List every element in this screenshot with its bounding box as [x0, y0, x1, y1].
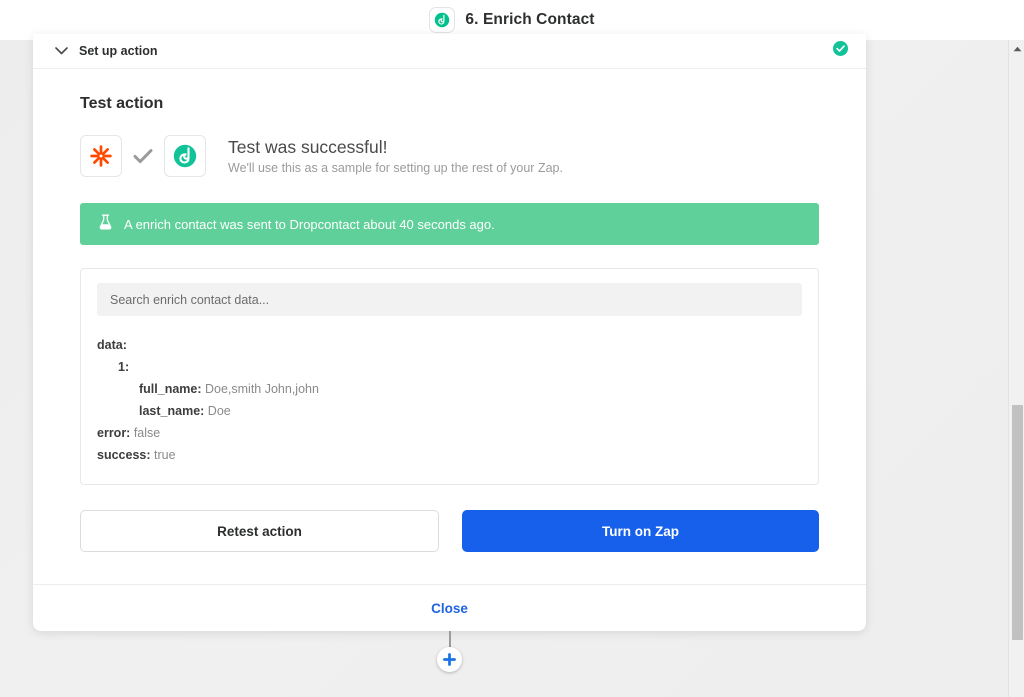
- card-footer: Close: [33, 584, 866, 631]
- dropcontact-app-tile: [164, 135, 206, 177]
- setup-action-card: Set up action Test action Test was succe…: [33, 34, 866, 631]
- flask-icon: [99, 213, 112, 235]
- scrollbar-up-arrow[interactable]: [1009, 40, 1024, 57]
- data-row-key: last_name:: [139, 404, 205, 418]
- data-row: success: true: [97, 444, 802, 466]
- zapier-logo-icon: [90, 145, 112, 167]
- success-banner-text: A enrich contact was sent to Dropcontact…: [124, 216, 495, 232]
- data-row: full_name: Doe,smith John,john: [97, 378, 802, 400]
- data-row-key: data:: [97, 338, 127, 352]
- data-row-value: Doe,smith John,john: [201, 382, 319, 396]
- test-data-panel: data:1:full_name: Doe,smith John,johnlas…: [80, 268, 819, 485]
- data-key-value-list: data: 1: full_name: Doe,smith John,john las…: [97, 334, 802, 466]
- test-result-text: Test was successful! We'll use this as a…: [228, 137, 563, 175]
- test-result-row: Test was successful! We'll use this as a…: [80, 135, 819, 177]
- chevron-down-icon[interactable]: [53, 43, 69, 59]
- zapier-app-tile: [80, 135, 122, 177]
- step-app-logo: [429, 7, 456, 33]
- section-title: Test action: [80, 95, 164, 112]
- close-link[interactable]: Close: [431, 601, 468, 616]
- dropcontact-logo-icon: [435, 12, 450, 28]
- data-row-value: true: [150, 448, 176, 462]
- success-banner: A enrich contact was sent to Dropcontact…: [80, 203, 819, 245]
- card-body: Test action Test was successful! We'll u…: [33, 69, 866, 576]
- data-row-value: false: [130, 426, 161, 440]
- checkmark-icon: [133, 148, 153, 164]
- caret-up-icon: [1013, 46, 1021, 51]
- plus-icon: [443, 653, 456, 666]
- page-scrollbar[interactable]: [1008, 40, 1024, 697]
- card-header[interactable]: Set up action: [33, 34, 866, 69]
- card-header-title: Set up action: [79, 44, 158, 58]
- retest-action-button[interactable]: Retest action: [80, 510, 439, 552]
- search-input[interactable]: [97, 283, 802, 316]
- check-circle-icon: [833, 41, 848, 61]
- data-row-key: error:: [97, 426, 131, 440]
- test-result-heading: Test was successful!: [228, 137, 388, 157]
- test-result-subtext: We'll use this as a sample for setting u…: [228, 161, 563, 175]
- data-row-value: Doe: [204, 404, 231, 418]
- turn-on-zap-button[interactable]: Turn on Zap: [462, 510, 819, 552]
- data-row-key: full_name:: [139, 382, 202, 396]
- data-row: 1:: [97, 356, 802, 378]
- data-row-key: 1:: [118, 360, 130, 374]
- dropcontact-logo-icon: [173, 144, 197, 168]
- data-row: last_name: Doe: [97, 400, 802, 422]
- data-row: error: false: [97, 422, 802, 444]
- step-title: 6. Enrich Contact: [465, 11, 595, 28]
- data-row-key: success:: [97, 448, 151, 462]
- add-step-button[interactable]: [437, 647, 462, 672]
- data-row: data:: [97, 334, 802, 356]
- scrollbar-thumb[interactable]: [1012, 405, 1023, 640]
- action-buttons: Retest action Turn on Zap: [80, 510, 819, 576]
